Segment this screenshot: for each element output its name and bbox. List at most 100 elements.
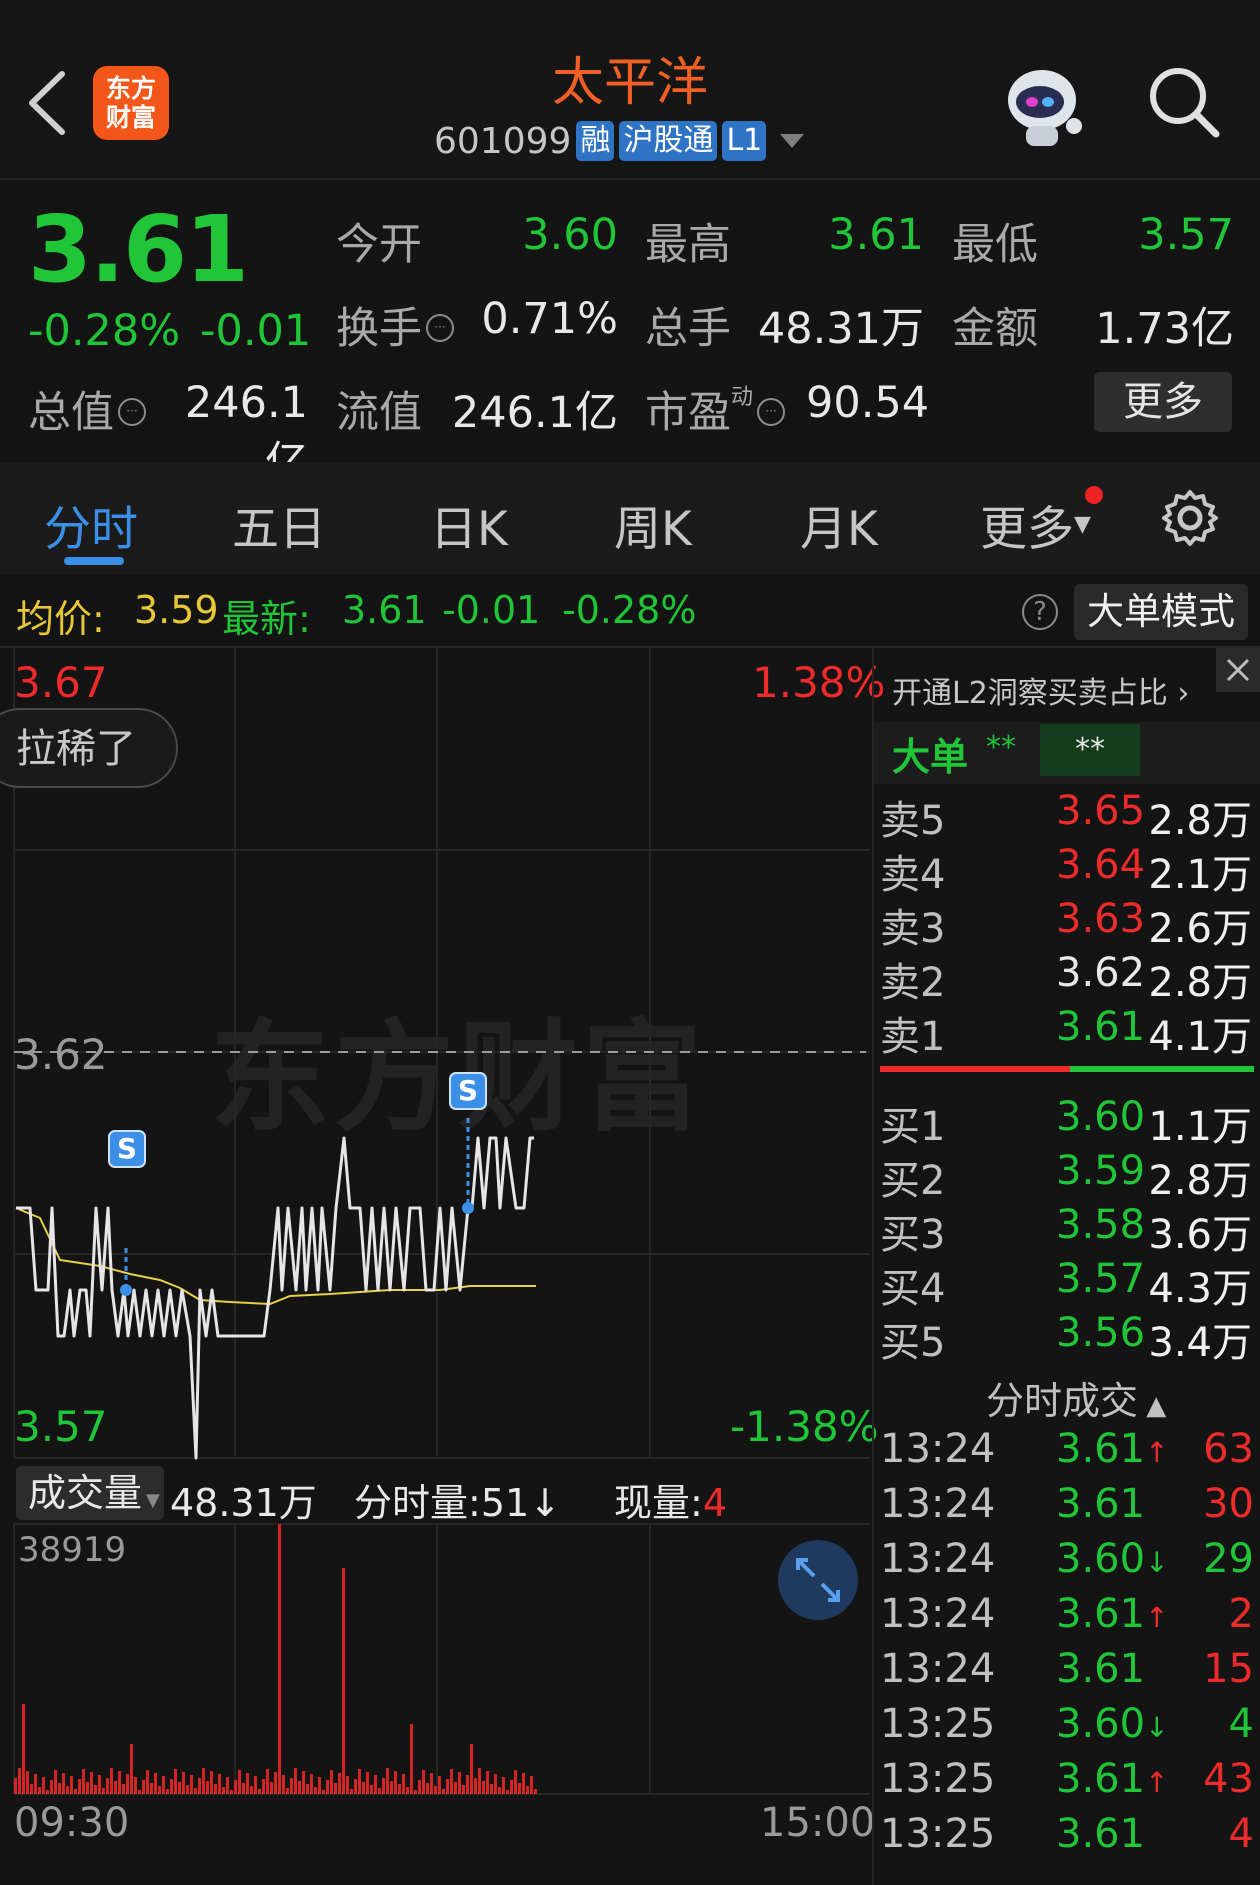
volume-bar <box>366 1772 369 1794</box>
volume-bar <box>342 1568 345 1794</box>
more-button[interactable]: 更多 <box>1094 372 1232 432</box>
fullscreen-button[interactable] <box>778 1540 858 1620</box>
volume-bar <box>298 1781 301 1794</box>
tick-volume: 29 <box>1203 1536 1254 1582</box>
volume-bar <box>250 1786 253 1794</box>
volume-bar <box>390 1781 393 1794</box>
stock-code-row[interactable]: 601099 融 沪股通 L1 <box>434 118 805 164</box>
volume-bar <box>338 1773 341 1794</box>
search-icon[interactable] <box>1144 62 1224 142</box>
l2-promo-link[interactable]: 开通L2洞察买卖占比 › <box>892 668 1189 712</box>
volume-bar <box>22 1704 25 1794</box>
volume-bar <box>350 1789 353 1794</box>
current-volume-value: 4 <box>702 1481 727 1525</box>
volume-max-label: 38919 <box>18 1530 127 1570</box>
tab-weekly-k[interactable]: 周K <box>614 490 692 559</box>
bid-label: 买2 <box>880 1158 946 1204</box>
tick-price-value: 3.61 <box>1056 1811 1146 1857</box>
volume-bar <box>402 1774 405 1794</box>
close-icon[interactable] <box>1216 648 1260 692</box>
volume-bar <box>314 1787 317 1794</box>
volume-bar <box>42 1777 45 1794</box>
bid-volume: 3.4万 <box>1148 1320 1252 1366</box>
big-order-mode-button[interactable]: 大单模式 <box>1074 584 1248 640</box>
volume-bar <box>114 1781 117 1794</box>
intraday-summary: 均价: 3.59 最新: 3.61 -0.01 -0.28% <box>0 576 1260 648</box>
volume-bar <box>14 1778 17 1794</box>
tick-price-value: 3.60 <box>1056 1701 1146 1747</box>
volume-bar <box>182 1772 185 1794</box>
y-axis-top-label: 3.67 <box>14 658 108 707</box>
volume-bar <box>442 1789 445 1794</box>
volume-bar <box>518 1783 521 1794</box>
volume-bar <box>38 1787 41 1794</box>
volume-bar <box>162 1776 165 1794</box>
volume-bar <box>178 1782 181 1794</box>
connect-tag: 沪股通 <box>619 121 718 161</box>
tab-monthly-k[interactable]: 月K <box>800 490 878 559</box>
info-icon[interactable]: ··· <box>118 397 146 426</box>
sell-marker-badge[interactable]: S <box>449 1072 487 1110</box>
gear-icon[interactable] <box>1160 488 1220 548</box>
tab-more[interactable]: 更多▼ <box>980 490 1091 559</box>
bid-volume: 3.6万 <box>1148 1212 1252 1258</box>
volume-bar <box>374 1775 377 1794</box>
arrow-down-icon: ↓ <box>529 1481 562 1525</box>
volume-bar <box>450 1769 453 1794</box>
volume-bar <box>318 1777 321 1794</box>
high-value: 3.61 <box>828 210 924 260</box>
volume-bar <box>446 1779 449 1794</box>
volume-indicator-dropdown[interactable]: 成交量 ▼ <box>16 1466 164 1520</box>
eastmoney-logo[interactable]: 东方 财富 <box>93 66 169 140</box>
volume-bar <box>110 1768 113 1794</box>
tab-more-label: 更多 <box>980 502 1074 557</box>
bid-volume: 1.1万 <box>1148 1104 1252 1150</box>
float-label: 流值 <box>336 388 422 438</box>
volume-bar <box>498 1787 501 1794</box>
volume-bar <box>258 1789 261 1794</box>
expand-icon <box>796 1558 840 1602</box>
back-arrow-icon[interactable] <box>22 68 72 138</box>
sell-marker-badge[interactable]: S <box>108 1130 146 1168</box>
intraday-chart[interactable] <box>0 648 872 1885</box>
tab-daily-k[interactable]: 日K <box>430 490 508 559</box>
volume-bar <box>386 1768 389 1794</box>
ticks-header-label: 分时成交 <box>986 1379 1139 1423</box>
ticks-header[interactable]: 分时成交 ▲ <box>986 1370 1166 1425</box>
minute-volume-label: 分时量: <box>354 1481 481 1525</box>
tick-price-value: 3.60 <box>1056 1536 1146 1582</box>
volume-bar <box>382 1778 385 1794</box>
volume-bar <box>462 1785 465 1794</box>
volume-bar <box>494 1774 497 1794</box>
volume-bar <box>170 1779 173 1794</box>
change-percent: -0.28% <box>28 306 181 356</box>
robot-assistant-icon[interactable] <box>996 60 1088 152</box>
volume-bar <box>474 1778 477 1794</box>
volume-bar <box>26 1771 29 1794</box>
sparse-button[interactable]: 拉稀了 <box>0 708 178 788</box>
tab-five-day[interactable]: 五日 <box>232 490 326 559</box>
tick-price: 3.61 <box>1056 1811 1145 1857</box>
help-icon[interactable]: ? <box>1022 594 1058 630</box>
last-value: 3.61 <box>342 588 427 632</box>
volume-bar <box>358 1769 361 1794</box>
info-icon[interactable]: ··· <box>426 313 454 342</box>
volume-bar <box>294 1768 297 1794</box>
tab-indicator <box>64 557 124 565</box>
margin-tag: 融 <box>576 121 615 161</box>
tick-volume: 15 <box>1203 1646 1254 1692</box>
info-icon[interactable]: ··· <box>757 397 786 426</box>
tick-time: 13:24 <box>880 1646 996 1692</box>
volume-bar <box>310 1774 313 1794</box>
turnover-label-text: 换手 <box>336 304 422 354</box>
bid-label: 买1 <box>880 1104 946 1150</box>
dropdown-caret-icon <box>780 134 805 148</box>
tick-time: 13:24 <box>880 1591 996 1637</box>
volume-bar <box>482 1781 485 1794</box>
tab-intraday[interactable]: 分时 <box>44 490 138 559</box>
volume-bar <box>242 1783 245 1794</box>
volume-bar <box>378 1788 381 1794</box>
volume-bar <box>530 1776 533 1794</box>
volume-bar <box>150 1783 153 1794</box>
caret-up-icon: ▲ <box>1138 1391 1167 1421</box>
